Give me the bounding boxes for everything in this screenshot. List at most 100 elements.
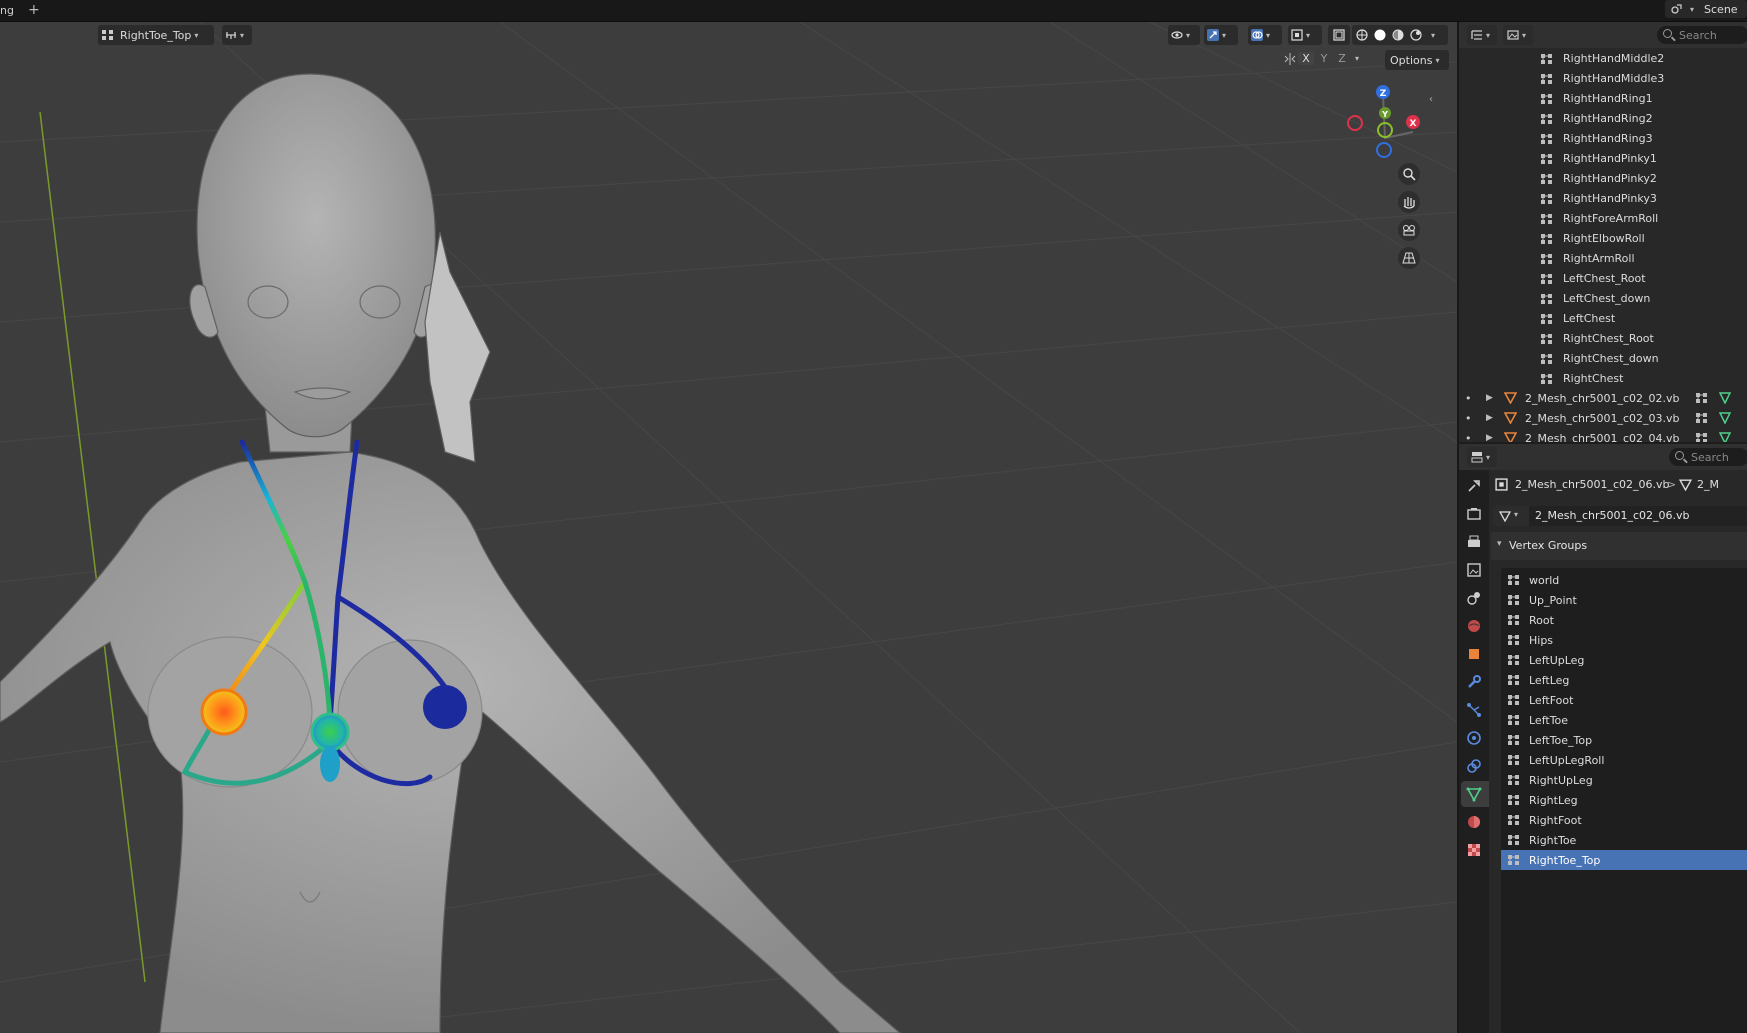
shading-mode-group[interactable]: ▾ <box>1352 25 1448 45</box>
filter-selector[interactable]: ▾ <box>1503 25 1533 45</box>
vertex-group-item[interactable]: Hips <box>1501 630 1747 650</box>
3d-viewport[interactable]: RightToe_Top ▾ ▾ ▾ ▾ ▾ ▾ ▾ X Y Z ▾ Optio… <box>0 22 1457 1033</box>
outliner-bone-row[interactable]: LeftChest <box>1459 308 1747 328</box>
editor-type-selector[interactable]: ▾ <box>1467 447 1497 467</box>
visibility-dot-icon[interactable]: • <box>1465 412 1472 425</box>
axis-y-toggle[interactable]: Y <box>1316 52 1332 65</box>
expand-arrow-icon[interactable]: ▶ <box>1486 393 1493 403</box>
neg-z-axis-handle[interactable] <box>1376 142 1392 158</box>
collapse-arrow-icon[interactable]: ‹ <box>1429 94 1433 105</box>
outliner-bone-row[interactable]: RightHandMiddle2 <box>1459 48 1747 68</box>
axis-z-toggle[interactable]: Z <box>1334 52 1350 65</box>
workspace-tab[interactable]: ng <box>0 4 14 17</box>
visibility-selector[interactable]: ▾ <box>1168 25 1200 45</box>
add-workspace-button[interactable]: + <box>28 2 40 18</box>
outliner-bone-row[interactable]: LeftChest_Root <box>1459 268 1747 288</box>
outliner-bone-row[interactable]: RightChest_down <box>1459 348 1747 368</box>
vertex-group-item[interactable]: RightFoot <box>1501 810 1747 830</box>
scene-selector[interactable]: ▾ Scene <box>1665 0 1747 18</box>
xray-toggle[interactable]: ▾ <box>1288 25 1322 45</box>
vertex-group-icon <box>1541 313 1553 328</box>
vertex-group-item[interactable]: LeftFoot <box>1501 690 1747 710</box>
vertex-group-item[interactable]: RightToe <box>1501 830 1747 850</box>
outliner-search[interactable]: Search <box>1657 26 1747 44</box>
rendered-shading-icon[interactable] <box>1410 29 1422 41</box>
options-dropdown[interactable]: Options ▾ <box>1385 50 1449 70</box>
display-mode-selector[interactable]: ▾ <box>1467 25 1497 45</box>
gizmo-toggle[interactable]: ▾ <box>1204 25 1238 45</box>
active-vertex-group-selector[interactable]: RightToe_Top ▾ <box>98 25 214 45</box>
vertex-groups-panel-header[interactable]: ▾ Vertex Groups <box>1491 532 1747 560</box>
outliner-bone-row[interactable]: RightHandRing3 <box>1459 128 1747 148</box>
outliner-bone-row[interactable]: RightHandRing1 <box>1459 88 1747 108</box>
outliner-bone-row[interactable]: RightHandRing2 <box>1459 108 1747 128</box>
outliner-mesh-row[interactable]: • ▶ 2_Mesh_chr5001_c02_02.vb <box>1459 388 1747 408</box>
solid-shading-icon[interactable] <box>1374 29 1386 41</box>
outliner-bone-row[interactable]: RightHandPinky1 <box>1459 148 1747 168</box>
outliner-bone-row[interactable]: RightForeArmRoll <box>1459 208 1747 228</box>
modifier-wrench-icon[interactable] <box>1466 674 1482 690</box>
neg-x-axis-handle[interactable] <box>1347 115 1363 131</box>
vertex-group-list[interactable]: world Up_Point Root Hips LeftUpLeg LeftLeg Lef… <box>1501 568 1747 1033</box>
expand-arrow-icon[interactable]: ▶ <box>1486 413 1493 423</box>
data-tab-active[interactable] <box>1461 781 1489 807</box>
outliner-mesh-row[interactable]: • ▶ 2_Mesh_chr5001_c02_03.vb <box>1459 408 1747 428</box>
mesh-data-name-input[interactable]: 2_Mesh_chr5001_c02_06.vb <box>1529 506 1747 526</box>
vertex-group-item[interactable]: LeftUpLegRoll <box>1501 750 1747 770</box>
character-model[interactable] <box>0 73 901 1033</box>
mesh-data-icon[interactable] <box>1719 432 1731 442</box>
vertex-group-item[interactable]: LeftToe <box>1501 710 1747 730</box>
mesh-data-icon[interactable] <box>1719 392 1731 404</box>
vertex-group-item[interactable]: LeftToe_Top <box>1501 730 1747 750</box>
texture-tab-icon[interactable] <box>1466 842 1482 858</box>
properties-search[interactable]: Search <box>1669 448 1747 466</box>
visibility-dot-icon[interactable]: • <box>1465 392 1472 405</box>
vertex-group-item[interactable]: Root <box>1501 610 1747 630</box>
vertex-group-item[interactable]: RightUpLeg <box>1501 770 1747 790</box>
vertex-group-item[interactable]: LeftUpLeg <box>1501 650 1747 670</box>
shading-xray-button[interactable] <box>1328 25 1350 45</box>
vertex-group-item[interactable]: world <box>1501 570 1747 590</box>
world-tab-icon[interactable] <box>1466 618 1482 634</box>
vertex-group-item[interactable]: RightToe_Top <box>1501 850 1747 870</box>
outliner-bone-row[interactable]: RightHandPinky2 <box>1459 168 1747 188</box>
outliner-bone-row[interactable]: LeftChest_down <box>1459 288 1747 308</box>
outliner-bone-row[interactable]: RightElbowRoll <box>1459 228 1747 248</box>
physics-tab-icon[interactable] <box>1466 730 1482 746</box>
outliner-bone-row[interactable]: RightHandPinky3 <box>1459 188 1747 208</box>
navigation-gizmo[interactable]: Z Y X ‹ <box>1347 68 1447 278</box>
material-shading-icon[interactable] <box>1392 29 1404 41</box>
vertex-group-icon <box>1541 73 1553 88</box>
outliner-bone-row[interactable]: RightChest <box>1459 368 1747 388</box>
particles-tab-icon[interactable] <box>1466 702 1482 718</box>
vertex-group-name: world <box>1529 573 1560 587</box>
scene-tab-icon[interactable] <box>1466 590 1482 606</box>
zoom-icon[interactable] <box>1398 163 1420 185</box>
vertex-group-item[interactable]: RightLeg <box>1501 790 1747 810</box>
constraints-tab-icon[interactable] <box>1466 758 1482 774</box>
outliner-bone-row[interactable]: RightChest_Root <box>1459 328 1747 348</box>
vertex-group-item[interactable]: Up_Point <box>1501 590 1747 610</box>
outliner-bone-row[interactable]: RightHandMiddle3 <box>1459 68 1747 88</box>
viewport-scene[interactable] <box>0 22 1457 1033</box>
mesh-data-field[interactable]: ▾ 2_Mesh_chr5001_c02_06.vb <box>1493 506 1747 526</box>
camera-view-icon[interactable] <box>1398 219 1420 241</box>
vertex-group-item[interactable]: LeftLeg <box>1501 670 1747 690</box>
outliner-bone-row[interactable]: RightArmRoll <box>1459 248 1747 268</box>
render-tab-icon[interactable] <box>1466 506 1482 522</box>
overlay-toggle[interactable]: ▾ <box>1248 25 1282 45</box>
view-layer-tab-icon[interactable] <box>1466 562 1482 578</box>
mesh-data-icon[interactable] <box>1719 412 1731 424</box>
object-tab-icon[interactable] <box>1466 646 1482 662</box>
visibility-dot-icon[interactable]: • <box>1465 432 1472 443</box>
wireframe-shading-icon[interactable] <box>1356 29 1368 41</box>
outliner-mesh-row[interactable]: • ▶ 2_Mesh_chr5001_c02_04.vb <box>1459 428 1747 442</box>
pivot-selector[interactable]: ▾ <box>222 25 252 45</box>
axis-x-toggle[interactable]: X <box>1298 52 1314 65</box>
tool-tab-icon[interactable] <box>1466 478 1482 494</box>
output-tab-icon[interactable] <box>1466 534 1482 550</box>
pan-hand-icon[interactable] <box>1398 191 1420 213</box>
material-tab-icon[interactable] <box>1466 814 1482 830</box>
expand-arrow-icon[interactable]: ▶ <box>1486 433 1493 442</box>
perspective-grid-icon[interactable] <box>1398 247 1420 269</box>
